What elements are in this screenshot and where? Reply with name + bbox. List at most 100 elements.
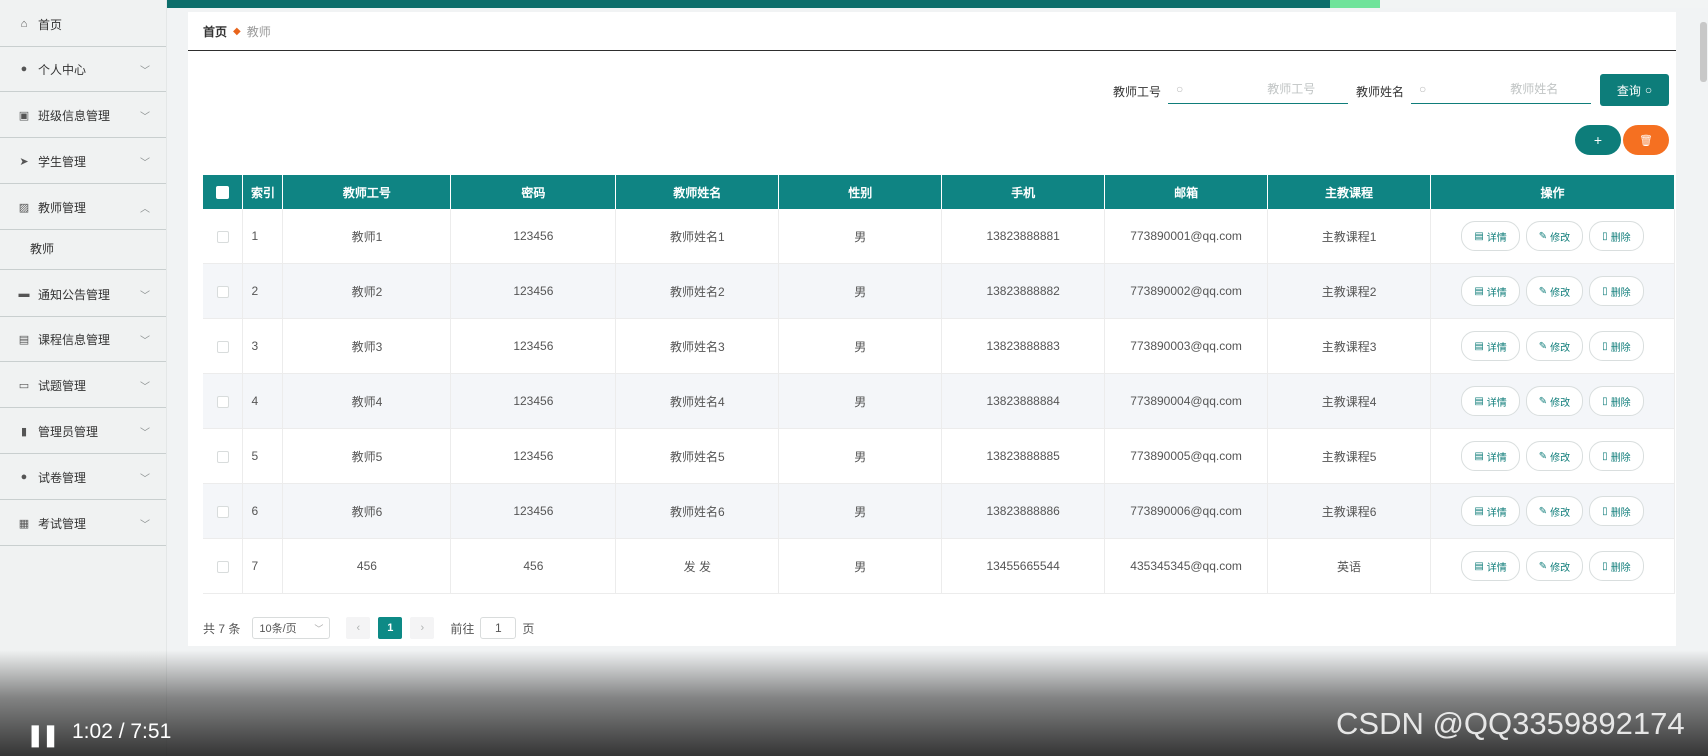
table-cell-password: 123456 [450,428,617,484]
table-cell-phone: 13823888885 [941,428,1106,484]
row-checkbox[interactable] [216,285,229,298]
edit-button[interactable]: ✎ 修改 [1525,441,1584,471]
scrollbar[interactable] [1700,22,1707,82]
row-select-cell[interactable] [203,209,244,264]
watermark: CSDN @QQ3359892174 [1336,706,1685,741]
page-size-select[interactable]: 10条/页 ﹀ [252,617,331,639]
prev-page-button[interactable]: ‹ [346,617,371,639]
row-checkbox[interactable] [216,340,229,353]
row-select-cell[interactable] [203,373,244,429]
pause-icon[interactable]: ❚❚ [26,722,60,748]
query-button[interactable]: 查询 ○ [1600,74,1669,106]
delete-button[interactable]: ▯ 删除 [1589,331,1644,361]
delete-button[interactable]: ▯ 删除 [1589,496,1644,526]
detail-button[interactable]: ▤ 详情 [1461,221,1520,251]
table-cell-gender: 男 [778,318,943,374]
detail-button[interactable]: ▤ 详情 [1461,441,1520,471]
edit-icon: ✎ [1538,340,1548,352]
edit-button[interactable]: ✎ 修改 [1525,551,1584,581]
next-page-button[interactable]: › [410,617,435,639]
table-row: 2 教师2 123456 教师姓名2 男 13823888882 773890002@qq.… [203,263,1675,319]
breadcrumb-current: 教师 [246,24,271,39]
batch-delete-button[interactable]: 🗑 [1623,125,1669,155]
detail-label: 详情 [1486,452,1507,464]
goto-suffix: 页 [522,621,535,636]
delete-button[interactable]: ▯ 删除 [1589,221,1644,251]
sidebar-item-teachers[interactable]: ▨ 教师管理 ︿ [0,185,166,230]
briefcase-icon: ▤ [18,333,30,346]
table-cell-email: 773890004@qq.com [1104,373,1269,429]
edit-button[interactable]: ✎ 修改 [1525,276,1584,306]
chevron-left-icon: ‹ [356,622,361,634]
row-checkbox[interactable] [216,450,229,463]
table-row: 7 456 456 发 发男 13455665544 435345345@qq.com 英语… [203,538,1675,594]
goto-page-input[interactable]: 1 [480,617,517,639]
chevron-right-icon: › [420,622,425,634]
delete-button[interactable]: ▯ 删除 [1589,551,1644,581]
chevron-up-icon: ︿ [140,203,150,215]
teacher-name-search[interactable]: ○ [1411,74,1591,104]
edit-button[interactable]: ✎ 修改 [1525,386,1584,416]
detail-button[interactable]: ▤ 详情 [1461,551,1520,581]
detail-button[interactable]: ▤ 详情 [1461,276,1520,306]
delete-button[interactable]: ▯ 删除 [1589,276,1644,306]
sidebar-item-exams[interactable]: ▦ 考试管理 ﹀ [0,501,166,546]
edit-button[interactable]: ✎ 修改 [1525,221,1584,251]
sidebar: ⌂ 首页 ● 个人中心 ﹀ ▣ 班级信息管理 ﹀ ➤ 学生管理 ﹀ ▨ 教师管理… [0,0,167,756]
row-select-cell[interactable] [203,538,244,594]
sidebar-item-admins[interactable]: ▮ 管理员管理 ﹀ [0,409,166,454]
table-cell-id: 教师6 [282,483,452,539]
trash-icon: ▯ [1602,340,1608,352]
sidebar-item-papers[interactable]: ● 试卷管理 ﹀ [0,455,166,500]
message-icon: ▬ [18,288,30,300]
pagination-total: 共 7 条 [203,621,241,636]
delete-label: 删除 [1610,507,1631,519]
delete-button[interactable]: ▯ 删除 [1589,386,1644,416]
row-checkbox[interactable] [216,505,229,518]
detail-button[interactable]: ▤ 详情 [1461,496,1520,526]
table-cell-gender: 男 [778,538,943,594]
detail-label: 详情 [1486,507,1507,519]
edit-label: 修改 [1550,397,1571,409]
row-select-cell[interactable] [203,428,244,484]
select-all-header[interactable] [203,175,244,209]
table-cell-index: 1 [242,209,284,264]
detail-button[interactable]: ▤ 详情 [1461,386,1520,416]
sidebar-item-label: 教师管理 [38,200,87,215]
row-checkbox[interactable] [216,395,229,408]
sidebar-item-personal-center[interactable]: ● 个人中心 ﹀ [0,47,166,92]
row-checkbox[interactable] [216,230,229,243]
sidebar-item-courses[interactable]: ▤ 课程信息管理 ﹀ [0,317,166,362]
table-cell-email: 773890001@qq.com [1104,209,1269,264]
select-all-checkbox[interactable] [216,186,230,200]
breadcrumb-home[interactable]: 首页 [203,23,227,40]
sidebar-item-class-info[interactable]: ▣ 班级信息管理 ﹀ [0,93,166,138]
table-cell-phone: 13823888882 [941,263,1106,319]
teacher-id-input[interactable] [1183,80,1318,97]
document-icon: ▤ [1474,230,1484,242]
row-select-cell[interactable] [203,318,244,374]
edit-button[interactable]: ✎ 修改 [1525,331,1584,361]
sidebar-item-questions[interactable]: ▭ 试题管理 ﹀ [0,363,166,408]
edit-icon: ✎ [1538,395,1548,407]
detail-button[interactable]: ▤ 详情 [1461,331,1520,361]
row-select-cell[interactable] [203,263,244,319]
add-button[interactable]: + [1575,125,1621,155]
sidebar-item-label: 通知公告管理 [38,287,111,302]
table-cell-course: 主教课程3 [1267,318,1432,374]
row-actions: ▤ 详情 ✎ 修改 ▯ 删除 [1430,318,1675,374]
table-cell-name: 教师姓名1 [615,209,780,264]
teacher-id-search[interactable]: ○ [1168,74,1348,104]
sidebar-item-students[interactable]: ➤ 学生管理 ﹀ [0,139,166,184]
edit-icon: ✎ [1538,560,1548,572]
sidebar-item-home[interactable]: ⌂ 首页 [0,2,166,47]
sidebar-item-notices[interactable]: ▬ 通知公告管理 ﹀ [0,272,166,317]
page-number-button[interactable]: 1 [378,617,403,639]
row-checkbox[interactable] [216,560,229,573]
sidebar-subitem-teacher[interactable]: 教师 [0,228,166,270]
plus-icon: + [1593,132,1603,148]
edit-button[interactable]: ✎ 修改 [1525,496,1584,526]
teacher-name-input[interactable] [1426,80,1561,97]
delete-button[interactable]: ▯ 删除 [1589,441,1644,471]
row-select-cell[interactable] [203,483,244,539]
